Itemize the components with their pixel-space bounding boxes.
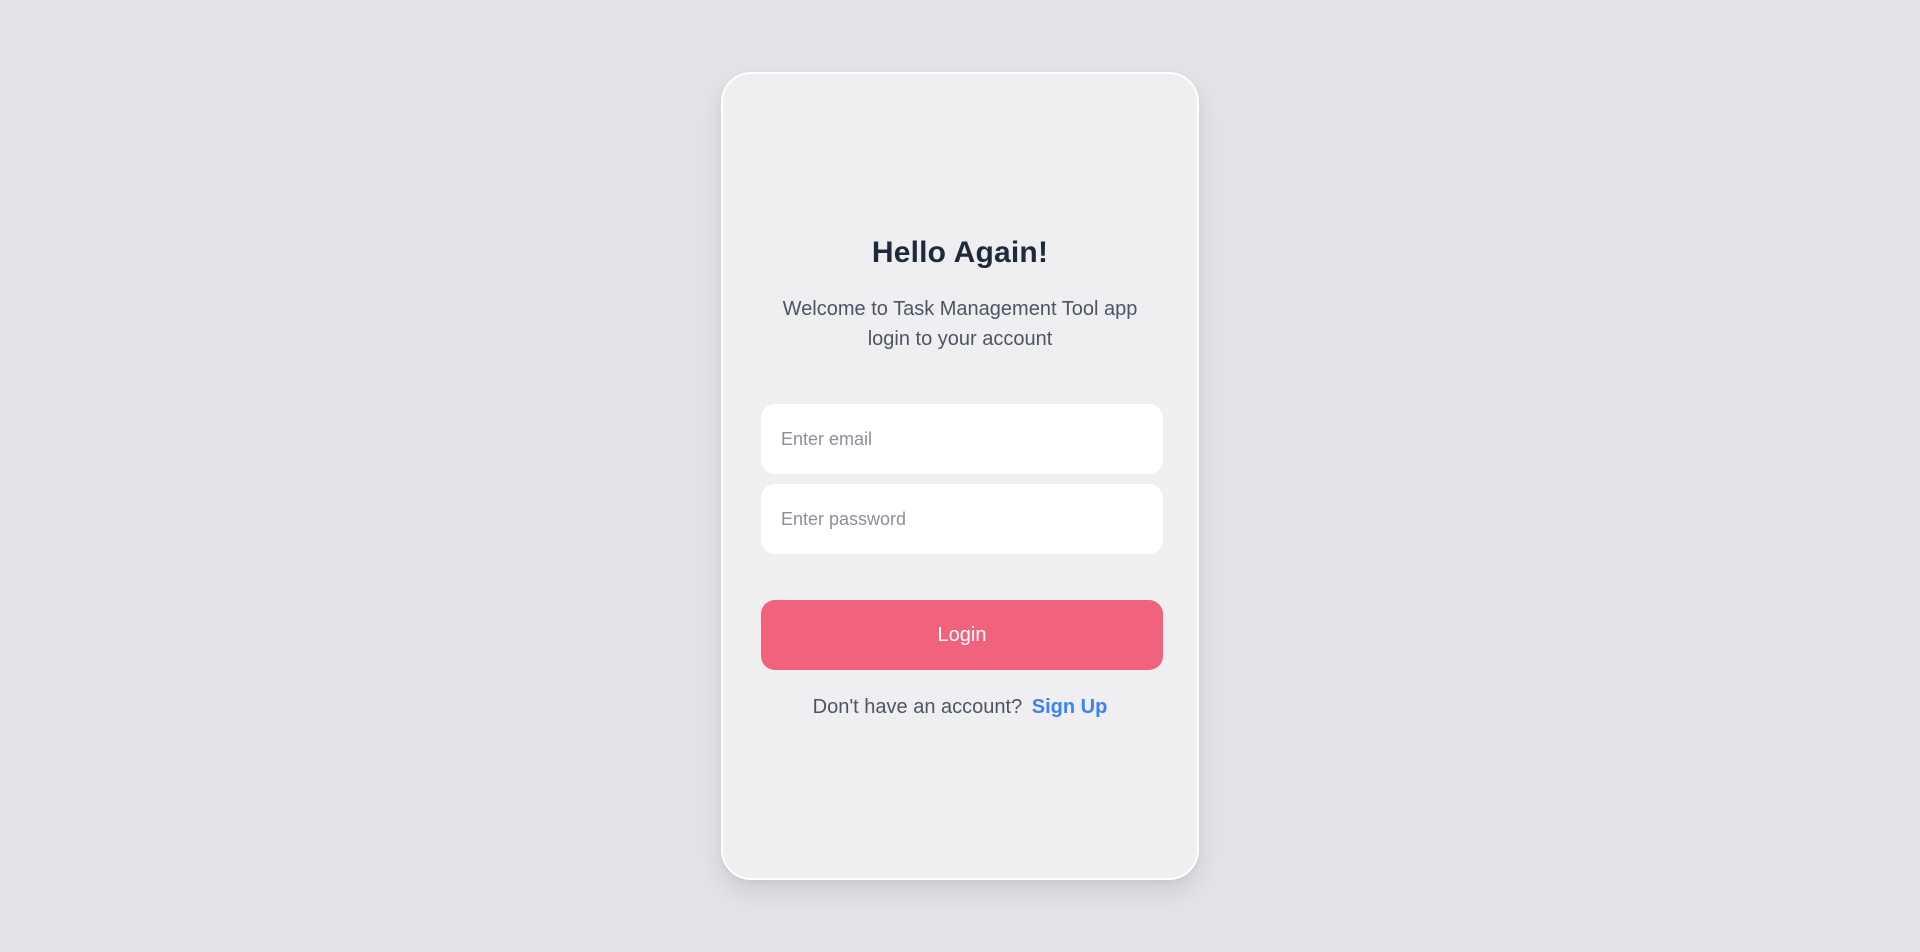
signup-prompt: Don't have an account? xyxy=(812,696,1023,718)
login-card: Hello Again! Welcome to Task Management … xyxy=(721,72,1199,880)
signup-link[interactable]: Sign Up xyxy=(1032,696,1108,718)
login-button[interactable]: Login xyxy=(761,600,1163,670)
subtitle-line-1: Welcome to Task Management Tool app xyxy=(782,298,1138,320)
page: Hello Again! Welcome to Task Management … xyxy=(0,0,1920,952)
page-title: Hello Again! xyxy=(871,236,1049,269)
password-field[interactable] xyxy=(761,484,1163,554)
subtitle-line-2: login to your account xyxy=(867,328,1053,350)
welcome-subtitle: Welcome to Task Management Tool app logi… xyxy=(763,294,1157,354)
signup-row: Don't have an account? Sign Up xyxy=(723,696,1197,719)
email-field[interactable] xyxy=(761,404,1163,474)
